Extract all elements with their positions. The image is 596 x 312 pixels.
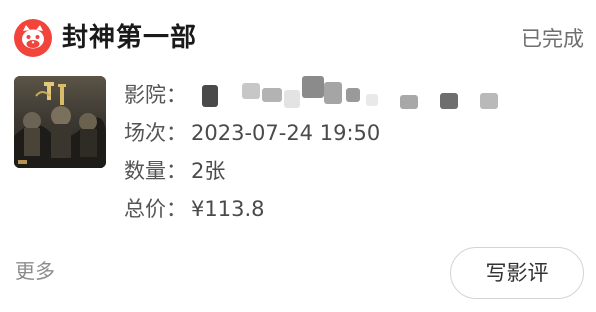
price-row: 总价： ¥113.8 <box>124 193 264 225</box>
session-value: 2023-07-24 19:50 <box>191 121 381 145</box>
quantity-label: 数量： <box>124 159 187 183</box>
write-review-button[interactable]: 写影评 <box>450 247 584 299</box>
cinema-label: 影院： <box>124 83 187 107</box>
movie-poster[interactable] <box>14 76 106 168</box>
more-link[interactable]: 更多 <box>15 256 55 286</box>
price-label: 总价： <box>124 197 187 221</box>
session-label: 场次： <box>124 121 187 145</box>
cat-logo-icon <box>14 19 52 57</box>
movie-title: 封神第一部 <box>62 23 198 53</box>
cinema-row: 影院： <box>124 79 187 111</box>
quantity-row: 数量： 2张 <box>124 155 225 187</box>
order-status: 已完成 <box>521 27 584 51</box>
price-value: ¥113.8 <box>191 197 265 221</box>
session-row: 场次： 2023-07-24 19:50 <box>124 117 380 149</box>
quantity-value: 2张 <box>191 159 226 183</box>
